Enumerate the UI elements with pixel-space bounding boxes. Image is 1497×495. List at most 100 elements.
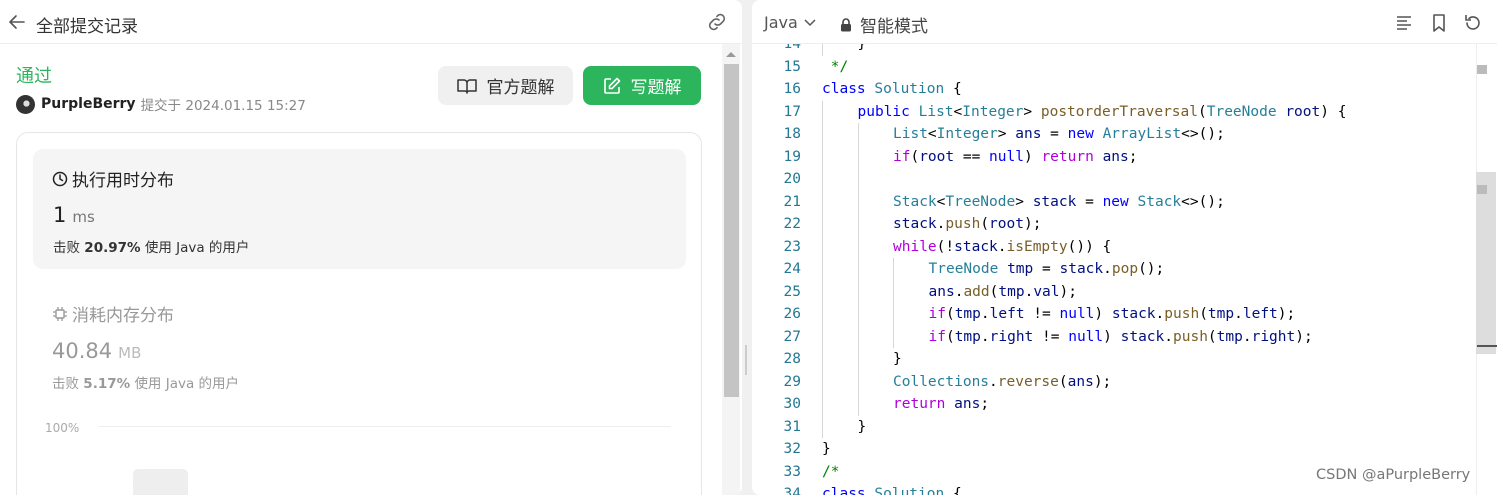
bookmark-icon[interactable] bbox=[1429, 13, 1449, 33]
code-line[interactable]: 18 List<Integer> ans = new ArrayList<>(); bbox=[752, 123, 1480, 146]
memory-beats-suffix: 使用 Java 的用户 bbox=[134, 376, 240, 392]
language-select[interactable]: Java bbox=[764, 13, 816, 32]
code-text: while(!stack.isEmpty()) { bbox=[893, 236, 1111, 259]
code-line[interactable]: 31} bbox=[752, 415, 1480, 438]
memory-beats-prefix: 击败 bbox=[52, 376, 79, 392]
write-solution-button[interactable]: 写题解 bbox=[583, 66, 701, 105]
runtime-title-text: 执行用时分布 bbox=[72, 171, 174, 191]
indent-guide bbox=[893, 325, 894, 348]
clock-icon bbox=[52, 171, 68, 186]
code-token: ( bbox=[945, 328, 955, 345]
code-token: ); bbox=[1277, 306, 1296, 322]
chevron-down-icon bbox=[804, 18, 816, 26]
code-line[interactable]: 34 class Solution { bbox=[752, 483, 1480, 495]
code-panel: Java 智能模式 14} 15 */ 16 class Solution {… bbox=[752, 0, 1497, 495]
runtime-value: 1 ms bbox=[53, 203, 95, 227]
code-token: return bbox=[893, 396, 946, 412]
code-token: ( bbox=[980, 216, 990, 232]
code-token: tmp bbox=[954, 306, 981, 322]
code-editor[interactable]: 14} 15 */16 class Solution {17 public List<… bbox=[752, 44, 1480, 495]
memory-number: 40.84 bbox=[52, 339, 113, 363]
code-token: ans bbox=[954, 396, 981, 412]
code-token: left bbox=[989, 306, 1025, 322]
code-token: root bbox=[919, 148, 955, 165]
back-arrow-icon[interactable] bbox=[8, 13, 26, 31]
panel-resize-handle[interactable] bbox=[745, 345, 747, 375]
left-scrollbar-thumb[interactable] bbox=[724, 64, 739, 397]
line-number: 22 bbox=[783, 216, 801, 232]
code-token: = bbox=[1041, 126, 1068, 142]
code-token: right bbox=[989, 328, 1034, 345]
indent-guide bbox=[822, 415, 823, 438]
share-link-icon[interactable] bbox=[706, 13, 728, 31]
code-line[interactable]: 28} bbox=[752, 348, 1480, 371]
code-line[interactable]: 16 class Solution { bbox=[752, 78, 1480, 101]
code-token: List bbox=[893, 126, 928, 142]
overview-ruler-mark bbox=[1477, 185, 1487, 194]
line-number: 15 bbox=[783, 58, 801, 75]
scroll-up-arrow-icon[interactable] bbox=[726, 52, 736, 57]
code-line[interactable]: 24 TreeNode tmp = stack.pop(); bbox=[752, 258, 1480, 281]
code-token: return bbox=[1041, 148, 1094, 165]
code-text: Collections.reverse(ans); bbox=[893, 371, 1111, 394]
memory-beats-pct: 5.17% bbox=[83, 376, 131, 392]
code-token: . bbox=[1155, 306, 1165, 322]
distribution-bar[interactable] bbox=[133, 469, 188, 495]
code-token: Integer bbox=[962, 103, 1024, 120]
submission-status: 通过 bbox=[16, 66, 52, 87]
editor-scrollbar-thumb[interactable] bbox=[1476, 172, 1496, 354]
indent-guide bbox=[822, 235, 823, 258]
indent-guide bbox=[857, 280, 859, 303]
code-token: (! bbox=[936, 238, 955, 255]
code-line[interactable]: 27 if(tmp.right != null) stack.push(tmp.r… bbox=[752, 325, 1480, 348]
indent-guide bbox=[857, 145, 859, 168]
book-icon bbox=[456, 78, 477, 94]
code-line[interactable]: 22 stack.push(root); bbox=[752, 213, 1480, 236]
code-line[interactable]: 17 public List<Integer> postorderTraversa… bbox=[752, 100, 1480, 123]
lock-icon bbox=[841, 17, 851, 31]
reset-icon[interactable] bbox=[1463, 13, 1483, 33]
runtime-beats-suffix: 使用 Java 的用户 bbox=[144, 240, 250, 256]
code-token: root bbox=[989, 216, 1024, 232]
code-line[interactable]: 29 Collections.reverse(ans); bbox=[752, 370, 1480, 394]
code-line[interactable]: 21 Stack<TreeNode> stack = new Stack<>(); bbox=[752, 190, 1480, 213]
indent-guide bbox=[857, 393, 859, 416]
indent-guide bbox=[822, 370, 823, 393]
code-token: ( bbox=[910, 148, 920, 165]
indent-guide bbox=[893, 303, 894, 326]
runtime-beats-prefix: 击败 bbox=[53, 240, 80, 256]
code-token: stack bbox=[1111, 306, 1156, 322]
code-text: class Solution { bbox=[822, 483, 962, 495]
indent-guide bbox=[857, 168, 859, 191]
code-token: ans bbox=[1015, 126, 1042, 142]
all-submissions-link[interactable]: 全部提交记录 bbox=[36, 12, 138, 37]
code-line[interactable]: 14} bbox=[752, 44, 1480, 56]
code-line[interactable]: 25 ans.add(tmp.val); bbox=[752, 280, 1480, 303]
user-name[interactable]: PurpleBerry bbox=[41, 96, 136, 112]
code-token: = bbox=[1076, 193, 1103, 210]
memory-title[interactable]: 消耗内存分布 bbox=[52, 301, 174, 326]
code-token: TreeNode bbox=[945, 193, 1016, 210]
code-line[interactable]: 30 return ans; bbox=[752, 393, 1480, 416]
code-token: ans bbox=[928, 283, 955, 300]
format-icon[interactable] bbox=[1394, 13, 1414, 33]
code-line[interactable]: 15 */ bbox=[752, 56, 1480, 79]
code-token: Stack bbox=[1137, 193, 1182, 210]
editor-mode[interactable]: 智能模式 bbox=[840, 12, 928, 37]
code-token: . bbox=[1242, 328, 1252, 345]
code-line[interactable]: 23 while(!stack.isEmpty()) { bbox=[752, 235, 1480, 259]
code-line[interactable]: 26 if(tmp.left != null) stack.push(tmp.le… bbox=[752, 303, 1480, 326]
code-line[interactable]: 20 bbox=[752, 168, 1480, 191]
runtime-section[interactable]: 执行用时分布 1 ms 击败 20.97% 使用 Java 的用户 bbox=[33, 149, 686, 269]
code-line[interactable]: 19 if(root == null) return ans; bbox=[752, 145, 1480, 168]
code-token: Stack bbox=[893, 193, 937, 210]
code-line[interactable]: 32} bbox=[752, 438, 1480, 461]
avatar[interactable] bbox=[16, 94, 35, 114]
code-token: pop bbox=[1111, 261, 1139, 277]
line-number: 23 bbox=[783, 238, 801, 255]
submission-header: 全部提交记录 bbox=[0, 0, 742, 44]
code-text: stack.push(root); bbox=[893, 213, 1041, 236]
official-solution-button[interactable]: 官方题解 bbox=[438, 66, 573, 105]
